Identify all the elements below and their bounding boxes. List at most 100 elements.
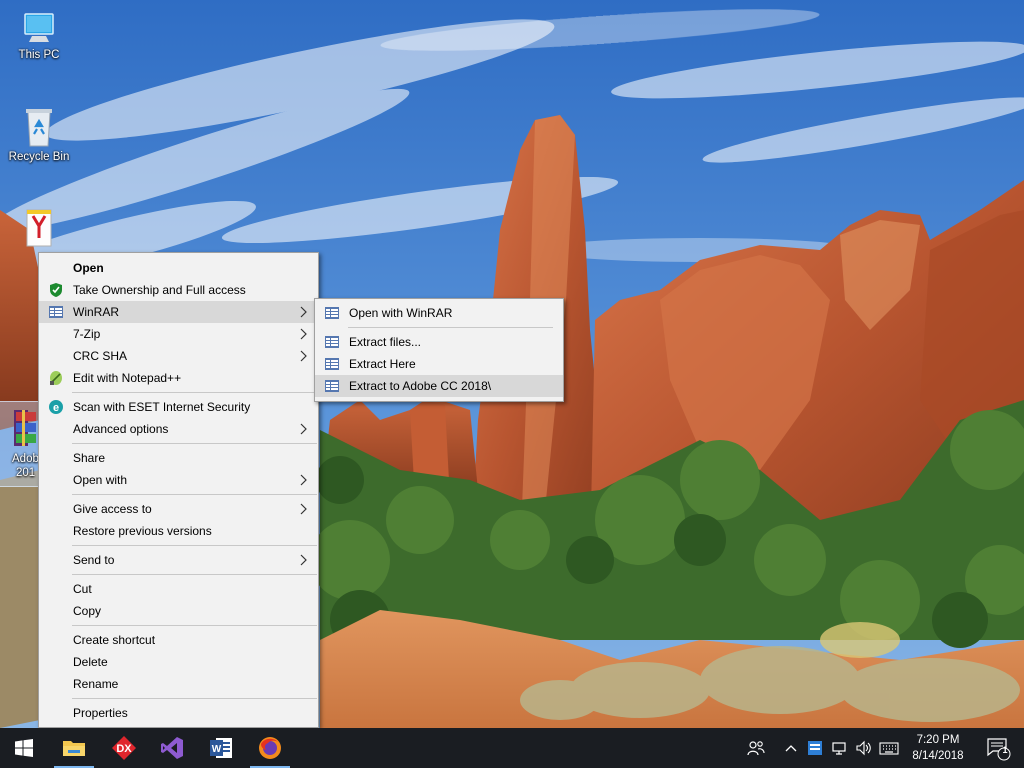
- desktop-icon-label-line2: 201: [16, 467, 36, 479]
- desktop-icon-document[interactable]: [1, 206, 77, 256]
- word-button[interactable]: W: [197, 728, 245, 768]
- people-button[interactable]: [744, 728, 768, 768]
- submenu-item-extract-files[interactable]: Extract files...: [315, 331, 563, 353]
- submenu-item-extract-to-folder[interactable]: Extract to Adobe CC 2018\: [315, 375, 563, 397]
- chevron-right-icon: [300, 350, 307, 362]
- menu-item-label: Restore previous versions: [73, 524, 212, 538]
- winrar-submenu: Open with WinRAR Extract files... Extrac…: [314, 298, 564, 402]
- desktop-icon-label: Recycle Bin: [8, 151, 70, 163]
- tray-app-button[interactable]: [804, 728, 826, 768]
- menu-item-share[interactable]: Share: [39, 447, 318, 469]
- svg-text:e: e: [53, 402, 59, 414]
- menu-separator: [72, 392, 317, 393]
- desktop-icon-this-pc[interactable]: This PC: [1, 8, 77, 74]
- file-explorer-button[interactable]: [50, 728, 98, 768]
- firefox-icon: [259, 737, 281, 759]
- speaker-icon: [856, 740, 871, 756]
- winrar-icon: [325, 307, 339, 319]
- menu-item-label: Cut: [73, 582, 92, 596]
- menu-item-take-ownership[interactable]: Take Ownership and Full access: [39, 279, 318, 301]
- menu-separator: [72, 574, 317, 575]
- volume-button[interactable]: [852, 728, 874, 768]
- keyboard-icon: [879, 742, 899, 755]
- menu-item-label: Extract to Adobe CC 2018\: [349, 379, 492, 393]
- menu-item-label: Open with: [73, 473, 128, 487]
- firefox-button[interactable]: [246, 728, 294, 768]
- menu-separator: [72, 443, 317, 444]
- folder-icon: [63, 741, 85, 756]
- menu-item-label: Create shortcut: [73, 633, 156, 647]
- menu-item-label: 7-Zip: [73, 327, 101, 341]
- chevron-up-icon: [785, 745, 797, 752]
- start-button[interactable]: [0, 728, 48, 768]
- menu-item-advanced-options[interactable]: Advanced options: [39, 418, 318, 440]
- menu-item-label: Take Ownership and Full access: [73, 283, 246, 297]
- submenu-item-open-with-winrar[interactable]: Open with WinRAR: [315, 302, 563, 324]
- show-hidden-icons-button[interactable]: [782, 728, 800, 768]
- chevron-right-icon: [300, 423, 307, 435]
- svg-text:DX: DX: [116, 743, 132, 755]
- menu-item-label: WinRAR: [73, 305, 120, 319]
- winrar-icon: [325, 336, 339, 348]
- action-center-button[interactable]: 1: [978, 728, 1018, 768]
- menu-item-create-shortcut[interactable]: Create shortcut: [39, 629, 318, 651]
- svg-text:W: W: [212, 744, 222, 755]
- menu-item-copy[interactable]: Copy: [39, 600, 318, 622]
- dx-icon: DX: [112, 736, 136, 760]
- chevron-right-icon: [300, 503, 307, 515]
- network-button[interactable]: [828, 728, 850, 768]
- menu-separator: [72, 698, 317, 699]
- windows-logo-icon: [15, 739, 33, 757]
- keyboard-button[interactable]: [876, 728, 902, 768]
- desktop-icon-recycle-bin[interactable]: Recycle Bin: [1, 106, 77, 172]
- winrar-icon: [49, 306, 63, 318]
- chevron-right-icon: [300, 328, 307, 340]
- menu-item-label: Advanced options: [73, 422, 169, 436]
- menu-item-restore-previous[interactable]: Restore previous versions: [39, 520, 318, 542]
- submenu-item-extract-here[interactable]: Extract Here: [315, 353, 563, 375]
- menu-separator: [72, 494, 317, 495]
- clock[interactable]: 7:20 PM 8/14/2018: [904, 728, 972, 768]
- menu-item-label: Extract Here: [349, 357, 416, 371]
- menu-item-label: Delete: [73, 655, 108, 669]
- menu-item-edit-notepad[interactable]: Edit with Notepad++: [39, 367, 318, 389]
- taskbar: DX W 7:20 PM 8/14/2018 1: [0, 728, 1024, 768]
- menu-item-label: Share: [73, 451, 106, 465]
- shield-icon: [50, 283, 62, 297]
- menu-item-label: Give access to: [73, 502, 152, 516]
- chevron-right-icon: [300, 554, 307, 566]
- menu-item-rename[interactable]: Rename: [39, 673, 318, 695]
- menu-item-delete[interactable]: Delete: [39, 651, 318, 673]
- visual-studio-icon: [161, 737, 183, 759]
- menu-item-label: Send to: [73, 553, 115, 567]
- document-icon: [26, 209, 52, 247]
- menu-item-label: Scan with ESET Internet Security: [73, 400, 251, 414]
- desktop-icon-adobe-archive[interactable]: Adob 201: [0, 401, 41, 487]
- menu-item-winrar[interactable]: WinRAR: [39, 301, 318, 323]
- clock-time: 7:20 PM: [916, 734, 960, 746]
- menu-item-give-access[interactable]: Give access to: [39, 498, 318, 520]
- menu-item-label: Rename: [73, 677, 119, 691]
- network-icon: [832, 742, 846, 755]
- menu-item-cut[interactable]: Cut: [39, 578, 318, 600]
- monitor-icon: [24, 13, 54, 42]
- menu-item-open[interactable]: Open: [39, 257, 318, 279]
- menu-item-label: Open: [73, 261, 104, 275]
- menu-separator: [72, 545, 317, 546]
- menu-item-properties[interactable]: Properties: [39, 702, 318, 724]
- menu-item-7zip[interactable]: 7-Zip: [39, 323, 318, 345]
- winrar-icon: [325, 380, 339, 392]
- menu-item-eset-scan[interactable]: e Scan with ESET Internet Security: [39, 396, 318, 418]
- menu-item-label: Open with WinRAR: [349, 306, 453, 320]
- menu-item-send-to[interactable]: Send to: [39, 549, 318, 571]
- chevron-right-icon: [300, 474, 307, 486]
- menu-item-crc-sha[interactable]: CRC SHA: [39, 345, 318, 367]
- devexpress-button[interactable]: DX: [100, 728, 148, 768]
- visual-studio-button[interactable]: [148, 728, 196, 768]
- chevron-right-icon: [300, 306, 307, 318]
- menu-separator: [72, 625, 317, 626]
- menu-separator: [348, 327, 553, 328]
- menu-item-open-with[interactable]: Open with: [39, 469, 318, 491]
- context-menu: Open Take Ownership and Full access WinR…: [38, 252, 319, 728]
- menu-item-label: Edit with Notepad++: [73, 371, 182, 385]
